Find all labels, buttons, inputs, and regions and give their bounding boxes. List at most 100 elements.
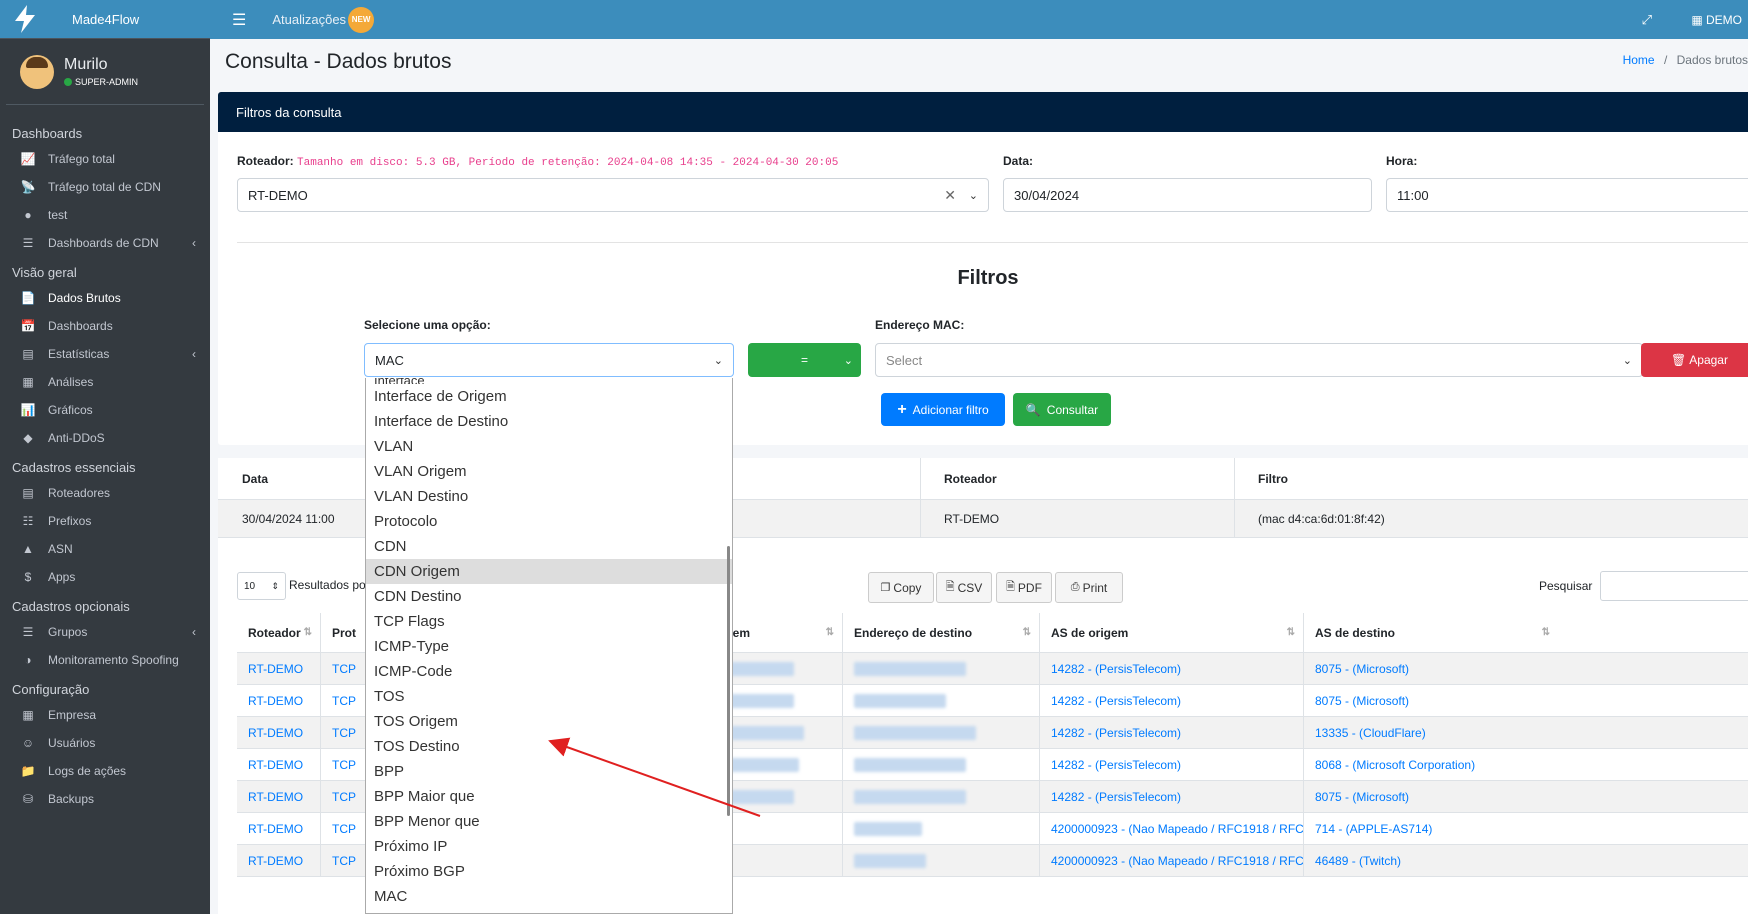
sidebar-item-an-lises[interactable]: ▦ Análises bbox=[0, 368, 210, 396]
as-source-link[interactable]: 14282 - (PersisTelecom) bbox=[1039, 717, 1303, 748]
date-field[interactable]: 30/04/2024 bbox=[1003, 178, 1372, 212]
sidebar-item-roteadores[interactable]: ▤ Roteadores bbox=[0, 479, 210, 507]
sidebar-item-label: Grupos bbox=[48, 625, 88, 639]
router-select[interactable]: RT-DEMO ✕ ⌄ bbox=[237, 178, 989, 212]
add-filter-button[interactable]: + Adicionar filtro bbox=[881, 393, 1005, 426]
dropdown-option[interactable]: TCP Flags bbox=[366, 609, 732, 634]
company-menu[interactable]: ▦ DEMO bbox=[1691, 13, 1742, 27]
dropdown-option[interactable]: MAC bbox=[366, 884, 732, 909]
dropdown-option[interactable]: BPP Maior que bbox=[366, 784, 732, 809]
print-button[interactable]: ⎙ Print bbox=[1055, 572, 1123, 603]
sidebar-item-usu-rios[interactable]: ☺ Usuários bbox=[0, 729, 210, 757]
dropdown-option[interactable]: TOS bbox=[366, 684, 732, 709]
dropdown-option[interactable]: Próximo BGP bbox=[366, 859, 732, 884]
updates-link[interactable]: Atualizações bbox=[272, 12, 346, 27]
sidebar-item-anti-ddos[interactable]: ◆ Anti-DDoS bbox=[0, 424, 210, 452]
column-header[interactable]: AS de destino ⇅ bbox=[1303, 613, 1558, 652]
as-source-link[interactable]: 4200000923 - (Nao Mapeado / RFC1918 / RF… bbox=[1039, 845, 1303, 876]
dropdown-option[interactable]: CDN bbox=[366, 534, 732, 559]
dropdown-option[interactable]: Protocolo bbox=[366, 509, 732, 534]
dropdown-scrollbar[interactable] bbox=[727, 546, 730, 816]
pdf-button[interactable]: 🗎 PDF bbox=[996, 572, 1052, 603]
column-header[interactable]: Roteador ⇅ bbox=[237, 613, 320, 652]
sidebar-item-logs-de-a-es[interactable]: 📁 Logs de ações bbox=[0, 757, 210, 785]
as-source-link[interactable]: 14282 - (PersisTelecom) bbox=[1039, 653, 1303, 684]
sidebar-item-grupos[interactable]: ☰ Grupos ‹ bbox=[0, 618, 210, 646]
option-select[interactable]: MAC ⌄ bbox=[364, 343, 734, 377]
as-destination-link[interactable]: 46489 - (Twitch) bbox=[1303, 845, 1558, 876]
sidebar-item-tr-fego-total[interactable]: 📈 Tráfego total bbox=[0, 145, 210, 173]
sidebar-item-dashboards[interactable]: 📅 Dashboards bbox=[0, 312, 210, 340]
sidebar-item-dados-brutos[interactable]: 📄 Dados Brutos bbox=[0, 284, 210, 312]
operator-select[interactable]: = ⌄ bbox=[748, 343, 861, 377]
dropdown-option[interactable]: TOS Destino bbox=[366, 734, 732, 759]
sidebar-item-gr-ficos[interactable]: 📊 Gráficos bbox=[0, 396, 210, 424]
as-source-link[interactable]: 14282 - (PersisTelecom) bbox=[1039, 685, 1303, 716]
column-header[interactable]: AS de origem ⇅ bbox=[1039, 613, 1303, 652]
as-destination-link[interactable]: 8075 - (Microsoft) bbox=[1303, 685, 1558, 716]
dropdown-option[interactable]: VLAN Destino bbox=[366, 484, 732, 509]
chart-bar-icon: 📊 bbox=[20, 403, 36, 417]
mac-select[interactable]: Select ⌄ bbox=[875, 343, 1643, 377]
router-link[interactable]: RT-DEMO bbox=[237, 717, 320, 748]
dropdown-option[interactable]: VLAN Origem bbox=[366, 459, 732, 484]
dropdown-option[interactable]: Próximo IP bbox=[366, 834, 732, 859]
column-header[interactable]: Endereço de destino ⇅ bbox=[842, 613, 1039, 652]
clear-icon[interactable]: ✕ bbox=[944, 187, 956, 204]
sidebar-item-prefixos[interactable]: ☷ Prefixos bbox=[0, 507, 210, 535]
redacted-value bbox=[854, 853, 926, 868]
copy-button[interactable]: ❐ Copy bbox=[868, 572, 934, 603]
chevron-down-icon[interactable]: ⌄ bbox=[714, 354, 723, 367]
sidebar-item-apps[interactable]: $ Apps bbox=[0, 563, 210, 591]
router-link[interactable]: RT-DEMO bbox=[237, 813, 320, 844]
chevron-down-icon[interactable]: ⌄ bbox=[969, 189, 978, 202]
dropdown-option[interactable]: CDN Destino bbox=[366, 584, 732, 609]
as-destination-link[interactable]: 13335 - (CloudFlare) bbox=[1303, 717, 1558, 748]
sidebar-item-asn[interactable]: ▲ ASN bbox=[0, 535, 210, 563]
dropdown-option[interactable]: VLAN bbox=[366, 434, 732, 459]
router-link[interactable]: RT-DEMO bbox=[237, 685, 320, 716]
sidebar-item-empresa[interactable]: ▦ Empresa bbox=[0, 701, 210, 729]
as-destination-link[interactable]: 8075 - (Microsoft) bbox=[1303, 781, 1558, 812]
as-destination-link[interactable]: 714 - (APPLE-AS714) bbox=[1303, 813, 1558, 844]
csv-button[interactable]: 🗎 CSV bbox=[936, 572, 992, 603]
sidebar-item-dashboards-de-cdn[interactable]: ☰ Dashboards de CDN ‹ bbox=[0, 229, 210, 257]
dropdown-option[interactable]: CDN Origem bbox=[366, 559, 732, 584]
sidebar-item-label: Análises bbox=[48, 375, 94, 389]
as-source-link[interactable]: 14282 - (PersisTelecom) bbox=[1039, 749, 1303, 780]
page-size-select[interactable]: 10 ⇕ bbox=[237, 572, 286, 600]
as-source-link[interactable]: 14282 - (PersisTelecom) bbox=[1039, 781, 1303, 812]
as-source-link[interactable]: 4200000923 - (Nao Mapeado / RFC1918 / RF… bbox=[1039, 813, 1303, 844]
chevron-left-icon: ‹ bbox=[192, 236, 196, 250]
as-destination-link[interactable]: 8068 - (Microsoft Corporation) bbox=[1303, 749, 1558, 780]
menu-toggle-icon[interactable]: ☰ bbox=[232, 10, 246, 30]
fullscreen-icon[interactable]: ⤢ bbox=[1642, 12, 1652, 28]
delete-button[interactable]: 🗑 Apagar bbox=[1641, 343, 1748, 377]
dropdown-option[interactable]: ICMP-Code bbox=[366, 659, 732, 684]
dropdown-option[interactable]: Interface de Origem bbox=[366, 384, 732, 409]
hour-field[interactable]: 11:00 bbox=[1386, 178, 1748, 212]
option-dropdown-list[interactable]: Interface Interface de OrigemInterface d… bbox=[365, 378, 733, 914]
sidebar-item-tr-fego-total-de-cdn[interactable]: 📡 Tráfego total de CDN bbox=[0, 173, 210, 201]
new-badge-icon[interactable]: NEW bbox=[348, 6, 375, 33]
search-input[interactable] bbox=[1600, 571, 1748, 601]
brand[interactable]: Made4Flow bbox=[0, 0, 210, 39]
user-panel[interactable]: Murilo SUPER-ADMIN bbox=[6, 39, 204, 105]
dropdown-option[interactable]: TOS Origem bbox=[366, 709, 732, 734]
router-link[interactable]: RT-DEMO bbox=[237, 749, 320, 780]
breadcrumb-home[interactable]: Home bbox=[1623, 53, 1655, 67]
router-link[interactable]: RT-DEMO bbox=[237, 781, 320, 812]
sidebar-item-monitoramento-spoofing[interactable]: ◑ Monitoramento Spoofing bbox=[0, 646, 210, 674]
dropdown-option[interactable]: BPP Menor que bbox=[366, 809, 732, 834]
query-button[interactable]: 🔍 Consultar bbox=[1013, 393, 1111, 426]
router-link[interactable]: RT-DEMO bbox=[237, 653, 320, 684]
sidebar-item-backups[interactable]: ⛁ Backups bbox=[0, 785, 210, 813]
dropdown-option[interactable]: Interface de Destino bbox=[366, 409, 732, 434]
sidebar-item-test[interactable]: ● test bbox=[0, 201, 210, 229]
chevron-down-icon[interactable]: ⌄ bbox=[1623, 354, 1632, 367]
router-link[interactable]: RT-DEMO bbox=[237, 845, 320, 876]
dropdown-option[interactable]: ICMP-Type bbox=[366, 634, 732, 659]
dropdown-option[interactable]: BPP bbox=[366, 759, 732, 784]
sidebar-item-estat-sticas[interactable]: ▤ Estatísticas ‹ bbox=[0, 340, 210, 368]
as-destination-link[interactable]: 8075 - (Microsoft) bbox=[1303, 653, 1558, 684]
